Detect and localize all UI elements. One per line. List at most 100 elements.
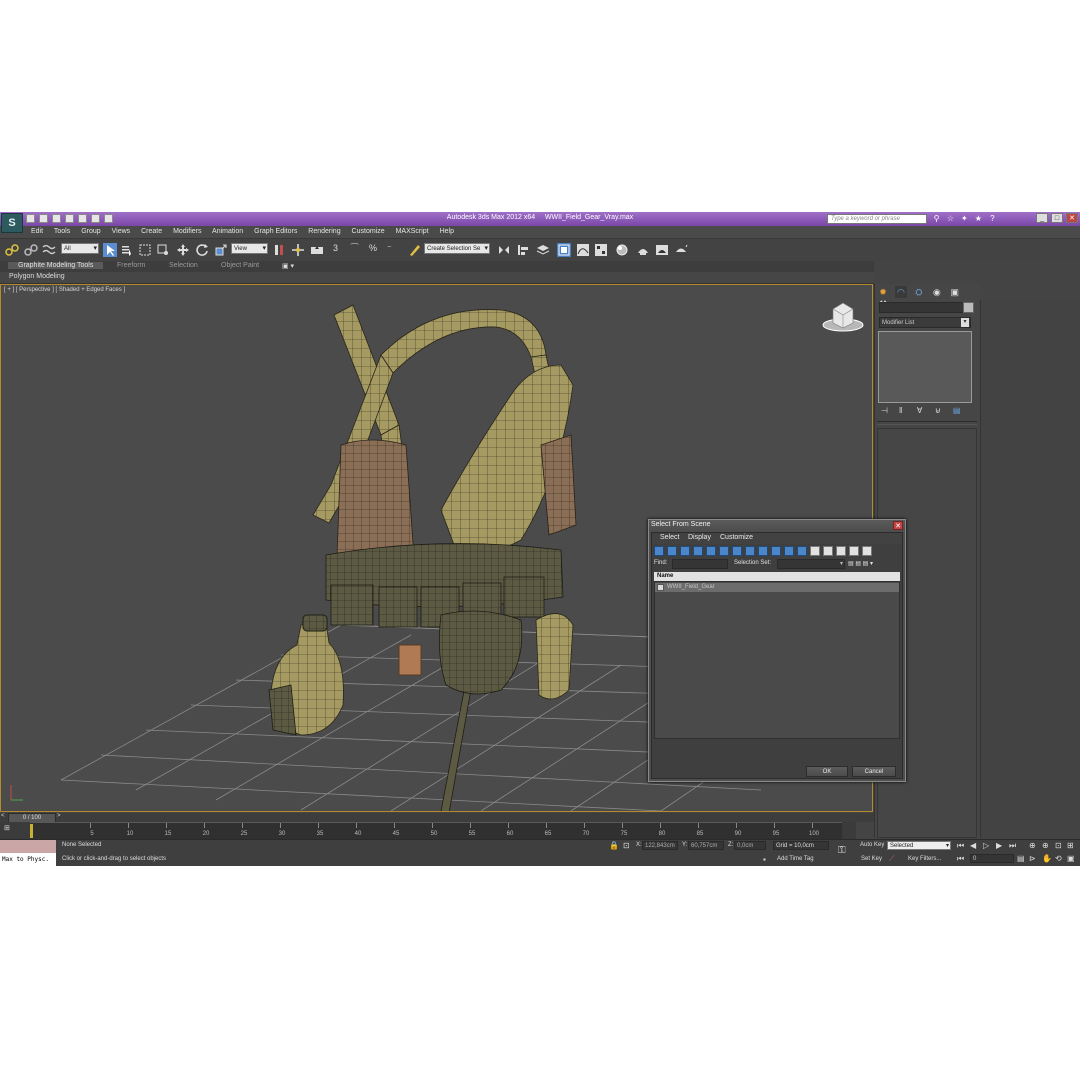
favorites-star-icon[interactable]: ★ [974, 214, 983, 223]
graphite-modeling-tools-icon[interactable] [557, 243, 571, 257]
x-coordinate-field[interactable]: 122,843cm [642, 841, 678, 850]
polygon-modeling-panel[interactable]: Polygon Modeling [9, 273, 65, 280]
mirror-icon[interactable] [497, 243, 511, 257]
ok-button[interactable]: OK [806, 766, 848, 777]
new-file-icon[interactable] [26, 214, 35, 223]
menu-help[interactable]: Help [440, 228, 454, 235]
menu-tools[interactable]: Tools [54, 228, 70, 235]
time-tag-icon[interactable]: ▪ [763, 855, 766, 864]
unlink-selection-icon[interactable] [24, 243, 38, 257]
key-selection-set-dropdown[interactable]: Selected [887, 841, 951, 850]
ribbon-options-icon[interactable]: ▣ ▾ [282, 262, 294, 270]
invert-display-icon[interactable] [836, 546, 846, 556]
select-and-link-icon[interactable] [5, 243, 19, 257]
subscription-key-icon[interactable]: ☆ [946, 214, 955, 223]
select-and-scale-icon[interactable] [214, 243, 228, 257]
maximize-viewport-icon[interactable]: ▣ [1067, 854, 1075, 863]
display-all-icon[interactable] [810, 546, 820, 556]
binoculars-icon[interactable]: ⚲ [932, 214, 941, 223]
display-hidden-icon[interactable] [797, 546, 807, 556]
orbit-icon[interactable]: ⟲ [1055, 854, 1062, 863]
maxscript-mini-listener[interactable] [0, 840, 56, 853]
display-xrefs-icon[interactable] [745, 546, 755, 556]
track-bar[interactable]: ⊞ 5 10 15 20 25 30 35 40 45 50 55 60 65 70 75 80 85 90 95 1… [0, 822, 856, 840]
communication-icon[interactable]: ✦ [960, 214, 969, 223]
modifier-stack[interactable] [878, 331, 972, 403]
rendered-frame-window-icon[interactable] [655, 243, 669, 257]
undo-icon[interactable] [64, 214, 74, 223]
display-space-warps-icon[interactable] [719, 546, 729, 556]
dialog-menu-display[interactable]: Display [688, 534, 711, 541]
display-containers-icon[interactable] [771, 546, 781, 556]
set-key-button[interactable]: Set Key [861, 856, 882, 862]
restore-button[interactable]: □ [1051, 213, 1064, 223]
set-key-icon[interactable]: ⚿ [838, 845, 846, 856]
make-unique-icon[interactable]: ∀ [917, 406, 927, 415]
object-name-field[interactable] [879, 302, 965, 313]
menu-graph-editors[interactable]: Graph Editors [254, 228, 297, 235]
menu-group[interactable]: Group [81, 228, 100, 235]
snaps-toggle-icon[interactable]: 3 [333, 243, 347, 257]
dialog-close-button[interactable]: ✕ [893, 521, 903, 530]
key-mode-toggle-icon[interactable]: ⏮ [957, 854, 964, 864]
search-input[interactable]: Type a keyword or phrase [827, 214, 927, 224]
auto-key-button[interactable]: Auto Key [860, 842, 884, 848]
key-mode-icon[interactable]: ⟋ [889, 854, 895, 864]
tab-object-paint[interactable]: Object Paint [221, 262, 259, 269]
absolute-mode-icon[interactable]: ⊡ [623, 841, 630, 850]
display-frozen-icon[interactable] [784, 546, 794, 556]
create-tab-icon[interactable]: ✹ [877, 286, 889, 298]
project-folder-icon[interactable] [90, 214, 100, 223]
filter-icon[interactable] [849, 546, 859, 556]
edit-named-selection-icon[interactable] [408, 243, 422, 257]
tab-selection[interactable]: Selection [169, 262, 198, 269]
z-coordinate-field[interactable]: 0,0cm [734, 841, 766, 850]
material-editor-icon[interactable] [615, 243, 629, 257]
configure-modifier-sets-icon[interactable]: ▤ [953, 406, 963, 415]
percent-snap-icon[interactable]: % [369, 243, 383, 257]
select-by-name-icon[interactable] [120, 243, 134, 257]
reference-coordinate-dropdown[interactable]: View [231, 243, 268, 254]
play-icon[interactable]: ▷ [983, 841, 989, 850]
select-and-move-icon[interactable] [176, 243, 190, 257]
curve-editor-icon[interactable] [576, 243, 590, 257]
add-time-tag-button[interactable]: Add Time Tag [777, 856, 814, 862]
list-item[interactable]: WWII_Field_Gear [655, 583, 899, 592]
key-filters-button[interactable]: Key Filters... [908, 856, 941, 862]
current-frame-field[interactable]: 0 [970, 854, 1014, 863]
close-button[interactable]: ✕ [1066, 213, 1078, 223]
time-configuration-icon[interactable]: ▤ [1017, 854, 1025, 863]
select-object-icon[interactable] [103, 243, 117, 257]
tab-freeform[interactable]: Freeform [117, 262, 145, 269]
zoom-extents-all-icon[interactable]: ⊞ [1067, 841, 1074, 850]
menu-modifiers[interactable]: Modifiers [173, 228, 201, 235]
dialog-menu-customize[interactable]: Customize [720, 534, 753, 541]
align-icon[interactable] [516, 243, 530, 257]
display-none-icon[interactable] [823, 546, 833, 556]
display-cameras-icon[interactable] [693, 546, 703, 556]
viewcube-icon[interactable] [822, 302, 864, 332]
display-groups-icon[interactable] [732, 546, 742, 556]
maxscript-listener-output[interactable]: Max to Physc. [0, 853, 56, 866]
save-file-icon[interactable] [51, 214, 61, 223]
keyboard-shortcut-override-icon[interactable] [310, 243, 324, 257]
minimize-button[interactable]: _ [1036, 213, 1049, 223]
redo-icon[interactable] [77, 214, 87, 223]
display-lights-icon[interactable] [680, 546, 690, 556]
zoom-all-icon[interactable]: ⊕ [1042, 841, 1049, 850]
modifier-list-dropdown[interactable]: Modifier List [879, 317, 971, 328]
viewport-label[interactable]: [ + ] [ Perspective ] [ Shaded + Edged F… [4, 287, 125, 293]
bind-to-space-warp-icon[interactable] [42, 243, 56, 257]
angle-snap-icon[interactable]: ⁀ [351, 243, 365, 257]
zoom-extents-icon[interactable]: ⊡ [1055, 841, 1062, 850]
zoom-icon[interactable]: ⊕ [1029, 841, 1036, 850]
help-icon[interactable]: ? [988, 214, 997, 223]
show-end-result-icon[interactable]: ‖ [899, 406, 909, 415]
previous-frame-icon[interactable]: ◀ [970, 841, 976, 850]
menu-maxscript[interactable]: MAXScript [396, 228, 429, 235]
scene-object-list[interactable]: WWII_Field_Gear [654, 581, 900, 739]
display-helpers-icon[interactable] [706, 546, 716, 556]
cancel-button[interactable]: Cancel [852, 766, 896, 777]
tab-graphite-modeling-tools[interactable]: Graphite Modeling Tools [8, 262, 104, 269]
next-frame-icon[interactable]: ▶ [996, 841, 1002, 850]
